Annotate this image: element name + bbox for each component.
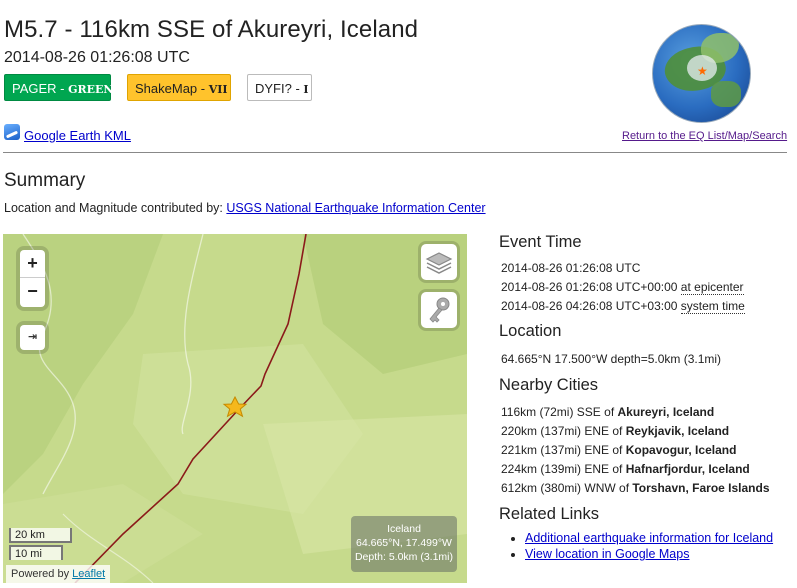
location-heading: Location bbox=[499, 322, 562, 340]
zoom-control: + − bbox=[20, 250, 45, 307]
city-distance: 116km (72mi) SSE of bbox=[501, 405, 618, 419]
zoom-in-button[interactable]: + bbox=[20, 250, 45, 278]
city-name: Reykjavik, Iceland bbox=[625, 424, 730, 438]
city-item: 116km (72mi) SSE of Akureyri, Iceland bbox=[501, 405, 714, 419]
location-text: 64.665°N 17.500°W depth=5.0km (3.1mi) bbox=[501, 352, 722, 366]
leaflet-link[interactable]: Leaflet bbox=[72, 568, 105, 580]
city-name: Hafnarfjordur, Iceland bbox=[625, 462, 750, 476]
related-links-heading: Related Links bbox=[499, 505, 599, 523]
contributor-text: Location and Magnitude contributed by: bbox=[4, 201, 227, 215]
google-earth-kml-link[interactable]: Google Earth KML bbox=[24, 128, 131, 143]
city-name: Torshavn, Faroe Islands bbox=[632, 481, 770, 495]
scale-bar-km: 20 km bbox=[9, 528, 72, 543]
related-links-list: Additional earthquake information for Ic… bbox=[510, 530, 773, 562]
epicenter-depth: Depth: 5.0km (3.1mi) bbox=[354, 551, 454, 563]
fullscreen-button[interactable]: ⇥ bbox=[20, 325, 45, 350]
city-item: 220km (137mi) ENE of Reykjavik, Iceland bbox=[501, 424, 729, 438]
city-distance: 612km (380mi) WNW of bbox=[501, 481, 633, 495]
layers-button[interactable] bbox=[421, 244, 457, 280]
city-item: 221km (137mi) ENE of Kopavogur, Iceland bbox=[501, 443, 736, 457]
dyfi-label: DYFI? - bbox=[255, 81, 304, 96]
epicenter-info-box: Iceland 64.665°N, 17.499°W Depth: 5.0km … bbox=[351, 516, 457, 572]
dyfi-value: I bbox=[303, 83, 309, 96]
pager-badge[interactable]: PAGER - GREEN bbox=[4, 74, 114, 101]
shakemap-label: ShakeMap - bbox=[135, 81, 209, 96]
epicenter-star-icon: ★ bbox=[697, 64, 708, 78]
epicenter-coords: 64.665°N, 17.499°W bbox=[356, 537, 452, 549]
epicenter-map[interactable]: + − ⇥ 20 km 10 mi Powered by Leaflet Ice… bbox=[3, 234, 467, 583]
iceland-info-link[interactable]: Additional earthquake information for Ic… bbox=[525, 531, 773, 545]
globe-locator-image: ★ bbox=[652, 24, 751, 123]
zoom-out-button[interactable]: − bbox=[20, 278, 45, 306]
key-icon bbox=[429, 297, 450, 323]
shakemap-badge[interactable]: ShakeMap - VII bbox=[127, 74, 231, 101]
header-divider bbox=[3, 152, 787, 153]
city-distance: 220km (137mi) ENE of bbox=[501, 424, 626, 438]
dyfi-badge[interactable]: DYFI? - I bbox=[247, 74, 312, 101]
list-item: Additional earthquake information for Ic… bbox=[525, 530, 773, 546]
city-distance: 224km (139mi) ENE of bbox=[501, 462, 626, 476]
pager-value: GREEN bbox=[68, 83, 114, 96]
list-item: View location in Google Maps bbox=[525, 546, 773, 562]
epicenter-time-value: 2014-08-26 01:26:08 UTC+00:00 bbox=[501, 280, 681, 294]
google-earth-icon[interactable] bbox=[4, 124, 20, 140]
scale-bar-mi: 10 mi bbox=[9, 545, 63, 560]
event-time-system: 2014-08-26 04:26:08 UTC+03:00 system tim… bbox=[501, 299, 745, 314]
return-to-eq-list-link[interactable]: Return to the EQ List/Map/Search bbox=[622, 130, 787, 142]
system-time-value: 2014-08-26 04:26:08 UTC+03:00 bbox=[501, 299, 681, 313]
epicenter-place: Iceland bbox=[387, 523, 421, 535]
map-attribution: Powered by Leaflet bbox=[6, 565, 111, 583]
event-time-utc: 2014-08-26 01:26:08 UTC bbox=[501, 261, 641, 275]
city-name: Akureyri, Iceland bbox=[617, 405, 715, 419]
page-title: M5.7 - 116km SSE of Akureyri, Iceland bbox=[4, 16, 419, 43]
city-distance: 221km (137mi) ENE of bbox=[501, 443, 626, 457]
layers-icon bbox=[425, 252, 453, 274]
city-item: 224km (139mi) ENE of Hafnarfjordur, Icel… bbox=[501, 462, 750, 476]
shakemap-value: VII bbox=[208, 83, 228, 96]
pager-label: PAGER - bbox=[12, 81, 69, 96]
summary-heading: Summary bbox=[4, 170, 86, 191]
contributor-line: Location and Magnitude contributed by: U… bbox=[4, 201, 486, 215]
system-time-label[interactable]: system time bbox=[680, 299, 745, 314]
event-datetime: 2014-08-26 01:26:08 UTC bbox=[4, 49, 190, 66]
city-item: 612km (380mi) WNW of Torshavn, Faroe Isl… bbox=[501, 481, 770, 495]
nearby-cities-heading: Nearby Cities bbox=[499, 376, 599, 394]
attribution-text: Powered by bbox=[11, 568, 73, 580]
city-name: Kopavogur, Iceland bbox=[625, 443, 737, 457]
contributor-link[interactable]: USGS National Earthquake Information Cen… bbox=[226, 201, 485, 215]
at-epicenter-label[interactable]: at epicenter bbox=[680, 280, 744, 295]
event-time-epicenter: 2014-08-26 01:26:08 UTC+00:00 at epicent… bbox=[501, 280, 744, 295]
google-maps-link[interactable]: View location in Google Maps bbox=[525, 547, 689, 561]
event-time-heading: Event Time bbox=[499, 233, 582, 251]
legend-button[interactable] bbox=[421, 292, 457, 328]
